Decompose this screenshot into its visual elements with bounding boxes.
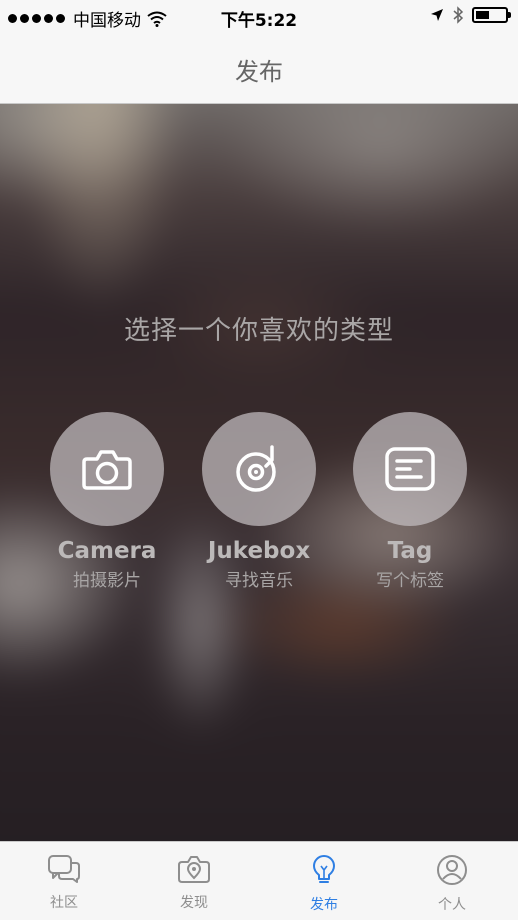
tab-bar: 社区 发现 发布 个人 — [0, 841, 518, 920]
battery-level — [476, 11, 489, 19]
tab-profile[interactable]: 个人 — [412, 854, 492, 914]
tab-publish-label: 发布 — [310, 897, 338, 913]
tab-discover-label: 发现 — [180, 895, 208, 911]
tab-publish[interactable]: 发布 — [284, 854, 364, 914]
camera-option-button[interactable] — [50, 412, 164, 526]
status-bar: 中国移动 下午5:22 — [0, 0, 518, 34]
user-icon — [437, 855, 467, 885]
status-right — [430, 6, 511, 24]
tab-community-label: 社区 — [50, 895, 78, 911]
nav-bar: 发布 — [0, 34, 518, 104]
location-arrow-icon — [431, 9, 443, 21]
tag-option-subtitle: 写个标签 — [376, 571, 444, 591]
tag-option-button[interactable] — [353, 412, 467, 526]
record-icon — [236, 445, 276, 492]
bluetooth-icon — [453, 6, 464, 24]
choose-type-prompt: 选择一个你喜欢的类型 — [123, 316, 394, 346]
camera-location-icon — [178, 856, 210, 883]
jukebox-option[interactable]: Jukebox 寻找音乐 — [184, 412, 334, 591]
tag-icon — [385, 447, 435, 491]
page-title: 发布 — [235, 58, 283, 86]
tab-discover[interactable]: 发现 — [154, 854, 234, 912]
camera-option-subtitle: 拍摄影片 — [73, 571, 141, 591]
publish-panel: 选择一个你喜欢的类型 Camera 拍摄影片 Jukebox 寻找音乐 Tag … — [0, 104, 518, 841]
lightbulb-icon — [313, 855, 335, 883]
tab-community[interactable]: 社区 — [24, 854, 104, 912]
jukebox-option-title: Jukebox — [207, 538, 311, 564]
battery-icon — [472, 7, 511, 23]
tag-option-title: Tag — [387, 538, 433, 564]
tag-option[interactable]: Tag 写个标签 — [335, 412, 485, 591]
tab-profile-label: 个人 — [438, 897, 466, 913]
chat-bubbles-icon — [48, 855, 80, 883]
camera-option-title: Camera — [57, 538, 157, 564]
jukebox-option-button[interactable] — [202, 412, 316, 526]
jukebox-option-subtitle: 寻找音乐 — [225, 571, 293, 591]
camera-icon — [82, 450, 132, 490]
camera-option[interactable]: Camera 拍摄影片 — [32, 412, 182, 591]
type-options: Camera 拍摄影片 Jukebox 寻找音乐 Tag 写个标签 — [0, 412, 518, 612]
